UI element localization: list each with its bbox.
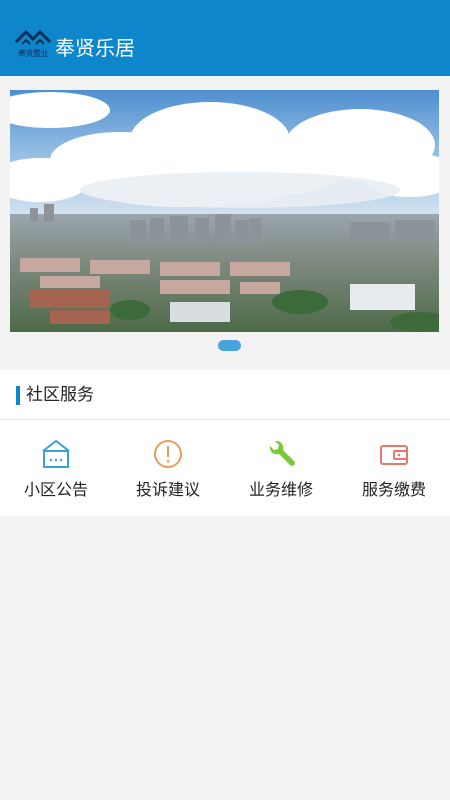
service-item-label: 服务缴费 (361, 480, 426, 499)
service-item-label: 投诉建议 (135, 480, 200, 499)
section-title: 社区服务 (26, 385, 94, 405)
section-header: 社区服务 (0, 370, 450, 420)
logo-text: 奉贤置业 (18, 49, 49, 58)
section-accent-bar (16, 386, 20, 405)
wrench-icon (269, 440, 295, 466)
exclamation-circle-icon (154, 440, 182, 468)
banner-carousel[interactable] (0, 76, 450, 370)
service-item-label: 业务维修 (248, 480, 313, 499)
community-service-section: 社区服务 小区公告 投诉建议 业务维修 服务缴费 (0, 370, 450, 516)
city-aerial-photo (10, 90, 439, 332)
service-item-repair[interactable]: 业务维修 (225, 436, 337, 506)
app-header: 奉贤置业 奉贤乐居 (0, 0, 450, 76)
app-title: 奉贤乐居 (55, 36, 135, 60)
house-notice-icon (42, 439, 70, 468)
service-item-payment[interactable]: 服务缴费 (338, 436, 450, 506)
roof-logo-icon (14, 29, 52, 45)
service-item-label: 小区公告 (23, 480, 88, 499)
carousel-indicator-dot[interactable] (218, 340, 241, 351)
service-item-complaint[interactable]: 投诉建议 (112, 436, 224, 506)
wallet-icon (380, 445, 408, 465)
logo: 奉贤置业 (14, 28, 52, 62)
banner-image[interactable] (10, 90, 439, 332)
service-item-notice[interactable]: 小区公告 (0, 436, 112, 506)
